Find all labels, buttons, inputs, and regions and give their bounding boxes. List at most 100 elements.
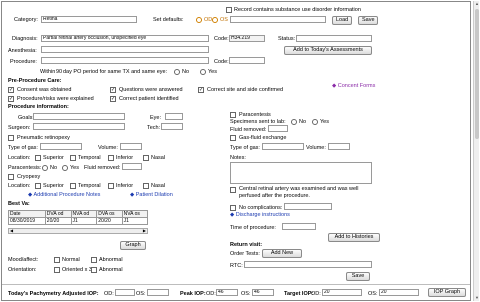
scroll-left-icon[interactable]: ◀: [10, 228, 13, 233]
specimens-yes-radio[interactable]: [312, 119, 318, 125]
eye-field[interactable]: [165, 113, 183, 120]
fluid-removed-right-field[interactable]: [268, 125, 288, 132]
mood-abnormal-checkbox[interactable]: [91, 257, 97, 263]
tech-field[interactable]: [161, 123, 183, 130]
no-complications-field[interactable]: [284, 203, 332, 210]
target-od-field[interactable]: 20: [322, 289, 362, 296]
procedure-code-field[interactable]: [229, 57, 265, 64]
substance-use-checkbox[interactable]: [226, 7, 232, 13]
patient-dilation-link[interactable]: ◆ Patient Dilation: [130, 192, 173, 198]
procedure-field[interactable]: [41, 57, 209, 64]
status-field[interactable]: [296, 35, 372, 42]
additional-notes-link[interactable]: ◆ Additional Procedure Notes: [28, 192, 100, 198]
set-defaults-label: Set defaults:: [153, 17, 184, 23]
consent-label: Consent was obtained: [17, 87, 72, 93]
paracentesis-no-radio[interactable]: [42, 165, 48, 171]
volume-label: Volume:: [98, 145, 118, 151]
paracentesis-right-label: Paracentesis: [239, 112, 271, 118]
target-os-field[interactable]: 20: [379, 289, 419, 296]
specimens-yes-label: Yes: [320, 119, 329, 125]
scroll-up-icon[interactable]: ▲: [474, 1, 480, 7]
od-radio[interactable]: [196, 17, 202, 23]
inferior-checkbox[interactable]: [108, 155, 114, 161]
save-button[interactable]: Save: [346, 272, 370, 281]
vertical-scrollbar[interactable]: ▲ ▼: [473, 1, 479, 301]
superior-checkbox[interactable]: [35, 155, 41, 161]
graph-button[interactable]: Graph: [120, 241, 146, 250]
cryopexy-label: Cryopexy: [17, 174, 41, 180]
table-row[interactable]: 08/30/2019 20/20 J1 20/20 J1: [8, 217, 149, 225]
rtc-label: RTC:: [230, 263, 243, 269]
paracentesis-yes-radio[interactable]: [62, 165, 68, 171]
add-new-button[interactable]: Add New: [262, 249, 302, 258]
rtc-field[interactable]: [244, 261, 372, 268]
oriented-label: Oriented x 3: [62, 267, 92, 273]
time-procedure-label: Time of procedure:: [230, 225, 276, 231]
specimens-no-radio[interactable]: [291, 119, 297, 125]
fluid-removed-field[interactable]: [122, 163, 142, 170]
iop-graph-button[interactable]: IOP Graph: [428, 288, 466, 297]
within-yes-radio[interactable]: [200, 69, 206, 75]
volume-field[interactable]: [120, 143, 142, 150]
category-field[interactable]: Retina: [41, 16, 137, 23]
save-defaults-button[interactable]: Save: [358, 16, 378, 25]
scroll-down-icon[interactable]: ▼: [474, 295, 480, 301]
orientation-abnormal-checkbox[interactable]: [91, 267, 97, 273]
time-procedure-field[interactable]: [282, 223, 316, 230]
temporal2-checkbox[interactable]: [70, 183, 76, 189]
temporal2-label: Temporal: [78, 183, 101, 189]
gas-fluid-checkbox[interactable]: [230, 135, 236, 141]
within-days: 90: [56, 69, 63, 75]
diagnosis-field[interactable]: Partial retinal artery occlusion, unspec…: [41, 35, 209, 42]
load-button[interactable]: Load: [332, 16, 352, 25]
anesthesia-field[interactable]: [41, 46, 209, 53]
cryopexy-checkbox[interactable]: [8, 174, 14, 180]
nasal2-checkbox[interactable]: [143, 183, 149, 189]
within-no-label: No: [182, 69, 190, 75]
peak-od-field[interactable]: 46: [216, 289, 238, 296]
no-complications-label: No complications:: [239, 205, 283, 211]
goals-label: Goals:: [18, 115, 34, 121]
mood-normal-checkbox[interactable]: [54, 257, 60, 263]
scroll-right-icon[interactable]: ▶: [143, 228, 146, 233]
type-gas-field[interactable]: [40, 143, 82, 150]
correct-site-checkbox[interactable]: ✓: [198, 87, 204, 93]
add-to-histories-button[interactable]: Add to Histories: [328, 233, 380, 242]
add-to-assessments-button[interactable]: Add to Today's Assessments: [284, 46, 372, 55]
temporal-checkbox[interactable]: [70, 155, 76, 161]
surgeon-field[interactable]: [33, 123, 125, 130]
scroll-thumb[interactable]: [475, 9, 479, 139]
central-artery-checkbox[interactable]: [230, 187, 236, 193]
os-radio[interactable]: [212, 17, 218, 23]
nasal-checkbox[interactable]: [143, 155, 149, 161]
best-va-table: Date DVA od NVA od DVA os NVA os 08/30/2…: [8, 210, 149, 225]
pachy-od-field[interactable]: [115, 289, 135, 296]
pneumatic-checkbox[interactable]: [8, 135, 14, 141]
notes-textarea[interactable]: [230, 162, 372, 184]
code-field[interactable]: H34.219: [229, 35, 265, 42]
consent-checkbox[interactable]: ✓: [8, 87, 14, 93]
defaults-field[interactable]: [230, 16, 326, 23]
pachy-os-field[interactable]: [147, 289, 169, 296]
paracentesis-no-label: No: [50, 165, 58, 171]
va-col-nva-od: NVA od: [70, 210, 98, 218]
discharge-link[interactable]: ◆ Discharge instructions: [230, 212, 290, 218]
paracentesis-right-checkbox[interactable]: [230, 112, 236, 118]
eye-label: Eye:: [150, 115, 162, 121]
within-no-radio[interactable]: [174, 69, 180, 75]
volume-right-field[interactable]: [328, 143, 350, 150]
goals-field[interactable]: [33, 113, 125, 120]
questions-checkbox[interactable]: ✓: [110, 87, 116, 93]
inferior2-checkbox[interactable]: [108, 183, 114, 189]
temporal-label: Temporal: [78, 155, 101, 161]
patient-id-checkbox[interactable]: ✓: [110, 96, 116, 102]
footer-divider: [2, 284, 470, 285]
table-hscrollbar[interactable]: ◀ ▶: [8, 228, 148, 234]
type-gas-right-field[interactable]: [262, 143, 304, 150]
superior2-checkbox[interactable]: [35, 183, 41, 189]
no-complications-checkbox[interactable]: [230, 205, 236, 211]
oriented-checkbox[interactable]: [54, 267, 60, 273]
concent-forms-link[interactable]: ◆ Concent Forms: [332, 83, 375, 89]
peak-os-field[interactable]: 46: [252, 289, 274, 296]
risks-checkbox[interactable]: ✓: [8, 96, 14, 102]
